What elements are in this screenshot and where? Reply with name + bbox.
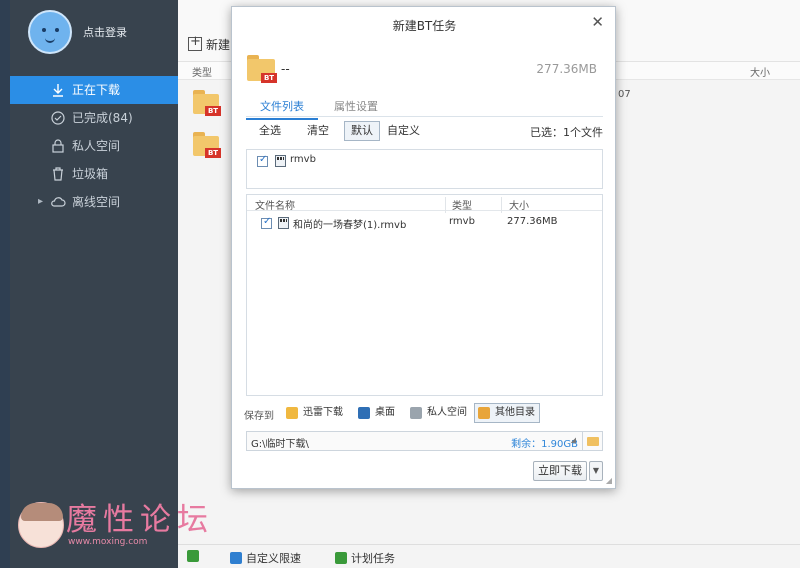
save-path-field[interactable]: G:\临时下载\ 剩余：1.90GB ◢ bbox=[246, 431, 603, 451]
folder-open-icon bbox=[478, 407, 490, 419]
schedule-icon bbox=[335, 552, 347, 564]
resize-grip[interactable]: ◢ bbox=[606, 476, 612, 485]
custom-button[interactable]: 自定义 bbox=[380, 121, 427, 141]
cloud-drive-icon bbox=[410, 407, 422, 419]
download-icon bbox=[53, 84, 63, 97]
desktop-icon bbox=[358, 407, 370, 419]
bt-task-icon[interactable]: BT bbox=[193, 90, 221, 116]
sidebar-item-downloading[interactable]: 正在下载 bbox=[10, 76, 178, 104]
download-now-button[interactable]: 立即下载 bbox=[533, 461, 587, 481]
schedule-task-label: 计划任务 bbox=[351, 552, 395, 565]
avatar-mouth bbox=[45, 38, 55, 43]
sidebar-item-label: 已完成(84) bbox=[72, 111, 133, 125]
profile-area: 点击登录 bbox=[10, 0, 178, 70]
file-table-header: 文件名称 类型 大小 bbox=[247, 195, 602, 213]
sidebar-item-trash[interactable]: 垃圾箱 bbox=[10, 160, 178, 188]
col-file-name[interactable]: 文件名称 bbox=[255, 197, 295, 212]
row-checkbox[interactable] bbox=[261, 216, 272, 229]
sidebar-item-label: 正在下载 bbox=[72, 83, 121, 97]
file-name: 和尚的一场春梦(1).rmvb bbox=[293, 220, 407, 231]
file-type: rmvb bbox=[449, 216, 475, 227]
col-size[interactable]: 大小 bbox=[750, 64, 770, 79]
col-file-type[interactable]: 类型 bbox=[452, 197, 472, 212]
folder-icon bbox=[286, 407, 298, 419]
save-path: G:\临时下载\ bbox=[251, 439, 309, 450]
lock-icon bbox=[52, 139, 64, 153]
new-task-button[interactable]: 新建 bbox=[188, 34, 231, 53]
cloud-icon bbox=[51, 197, 66, 207]
type-filter-box: rmvb bbox=[246, 149, 603, 189]
dialog-title: 新建BT任务 bbox=[392, 19, 457, 33]
sidebar-item-label: 私人空间 bbox=[72, 139, 121, 153]
save-to-label: 保存到 bbox=[244, 411, 274, 422]
sidebar-item-label: 垃圾箱 bbox=[72, 167, 109, 181]
save-option-other[interactable]: 其他目录 bbox=[474, 403, 540, 423]
filter-row: 全选 清空 默认 自定义 已选：1个文件 bbox=[246, 121, 603, 143]
chevron-down-icon[interactable]: ▼ bbox=[589, 461, 603, 481]
torrent-size: 277.36MB bbox=[536, 62, 597, 76]
plus-icon bbox=[188, 34, 202, 51]
check-circle-icon bbox=[51, 111, 65, 125]
selected-count: 已选：1个文件 bbox=[530, 126, 603, 139]
torrent-name: -- bbox=[281, 62, 290, 76]
avatar[interactable] bbox=[28, 10, 72, 54]
save-option-xunlei[interactable]: 迅雷下载 bbox=[282, 403, 348, 423]
header-divider bbox=[501, 197, 502, 213]
save-option-desktop[interactable]: 桌面 bbox=[354, 403, 400, 423]
save-option-label: 私人空间 bbox=[427, 407, 467, 418]
desktop-edge bbox=[0, 0, 10, 568]
new-task-label: 新建 bbox=[206, 38, 231, 52]
partial-text: 07 bbox=[618, 89, 631, 100]
file-table: 文件名称 类型 大小 和尚的一场春梦(1).rmvb rmvb 277.36MB bbox=[246, 194, 603, 396]
speed-limit-button[interactable]: 自定义限速 bbox=[230, 550, 301, 566]
speed-limit-label: 自定义限速 bbox=[246, 552, 301, 565]
sidebar-item-completed[interactable]: 已完成(84) bbox=[10, 104, 178, 132]
dialog-tabs: 文件列表 属性设置 bbox=[246, 95, 603, 120]
sidebar-item-offline-space[interactable]: ▸ 离线空间 bbox=[10, 188, 178, 216]
col-type[interactable]: 类型 bbox=[192, 64, 212, 79]
close-icon[interactable]: ✕ bbox=[591, 13, 604, 31]
table-row[interactable]: 和尚的一场春梦(1).rmvb rmvb 277.36MB bbox=[247, 214, 602, 232]
save-option-label: 其他目录 bbox=[495, 407, 535, 418]
trash-icon bbox=[53, 167, 63, 181]
clear-button[interactable]: 清空 bbox=[300, 121, 336, 141]
bt-folder-icon: BT bbox=[247, 55, 277, 83]
dropdown-icon[interactable]: ◢ bbox=[571, 436, 576, 444]
save-option-private[interactable]: 私人空间 bbox=[406, 403, 472, 423]
sidebar-item-private-space[interactable]: 私人空间 bbox=[10, 132, 178, 160]
new-bt-task-dialog: 新建BT任务 ✕ BT -- 277.36MB 文件列表 属性设置 全选 清空 … bbox=[231, 6, 616, 489]
save-location-row: 保存到 迅雷下载 桌面 私人空间 其他目录 bbox=[244, 403, 604, 423]
col-file-size[interactable]: 大小 bbox=[509, 197, 529, 212]
select-all-button[interactable]: 全选 bbox=[252, 121, 288, 141]
avatar-eye-left bbox=[42, 28, 46, 32]
browse-folder-icon[interactable] bbox=[582, 432, 602, 450]
bottom-bar: 自定义限速 计划任务 bbox=[178, 544, 800, 568]
watermark-url: www.moxing.com bbox=[68, 537, 148, 547]
type-checkbox[interactable] bbox=[257, 154, 268, 167]
sidebar-item-label: 离线空间 bbox=[72, 195, 121, 209]
schedule-task-button[interactable]: 计划任务 bbox=[335, 550, 395, 566]
remaining-space: 剩余：1.90GB bbox=[511, 439, 578, 450]
sidebar: 点击登录 正在下载 已完成(84) 私人空间 垃圾箱 ▸ 离线空间 bbox=[10, 0, 178, 568]
video-file-icon bbox=[275, 155, 286, 167]
save-option-label: 桌面 bbox=[375, 407, 395, 418]
video-file-icon bbox=[278, 217, 289, 229]
bt-task-icon[interactable]: BT bbox=[193, 132, 221, 158]
header-divider bbox=[445, 197, 446, 213]
watermark: 魔性论坛 www.moxing.com bbox=[18, 494, 233, 558]
avatar-eye-right bbox=[55, 28, 59, 32]
default-button[interactable]: 默认 bbox=[344, 121, 380, 141]
file-size: 277.36MB bbox=[507, 216, 558, 227]
login-link[interactable]: 点击登录 bbox=[83, 24, 127, 40]
watermark-text: 魔性论坛 bbox=[66, 502, 214, 538]
tab-file-list[interactable]: 文件列表 bbox=[246, 98, 318, 120]
watermark-face bbox=[18, 502, 64, 548]
chevron-right-icon[interactable]: ▸ bbox=[38, 188, 43, 216]
tab-properties[interactable]: 属性设置 bbox=[334, 98, 378, 114]
type-label: rmvb bbox=[290, 154, 316, 165]
save-option-label: 迅雷下载 bbox=[303, 407, 343, 418]
sidebar-nav: 正在下载 已完成(84) 私人空间 垃圾箱 ▸ 离线空间 bbox=[10, 76, 178, 216]
